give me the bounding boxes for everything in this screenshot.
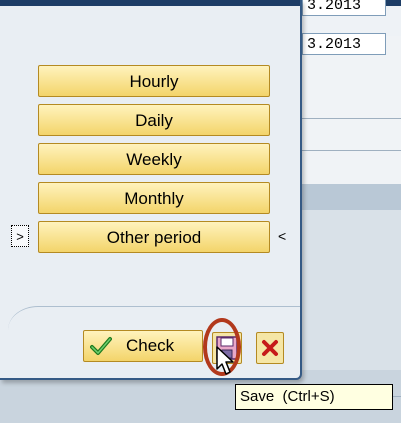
cancel-button[interactable] [256,332,284,364]
hourly-button[interactable]: Hourly [38,65,270,97]
mouse-cursor-icon [216,346,234,375]
check-button-label: Check [126,336,175,355]
check-button[interactable]: Check [83,330,203,362]
other-period-button[interactable]: Other period [38,221,270,253]
selection-marker-right: < [278,228,287,244]
date-field-bottom[interactable]: 3.2013 [302,33,386,55]
date-field-top[interactable]: 3.2013 [302,0,386,16]
cancel-icon [262,340,278,356]
weekly-button[interactable]: Weekly [38,143,270,175]
background-divider [300,118,401,119]
period-selection-dialog: Hourly Daily Weekly Monthly Other period… [0,0,302,380]
checkmark-icon [90,337,112,355]
daily-button[interactable]: Daily [38,104,270,136]
save-tooltip: Save (Ctrl+S) [235,384,393,410]
monthly-button[interactable]: Monthly [38,182,270,214]
background-divider [300,150,401,151]
selection-marker-left: > [11,225,29,247]
dialog-title-bar [0,0,300,6]
